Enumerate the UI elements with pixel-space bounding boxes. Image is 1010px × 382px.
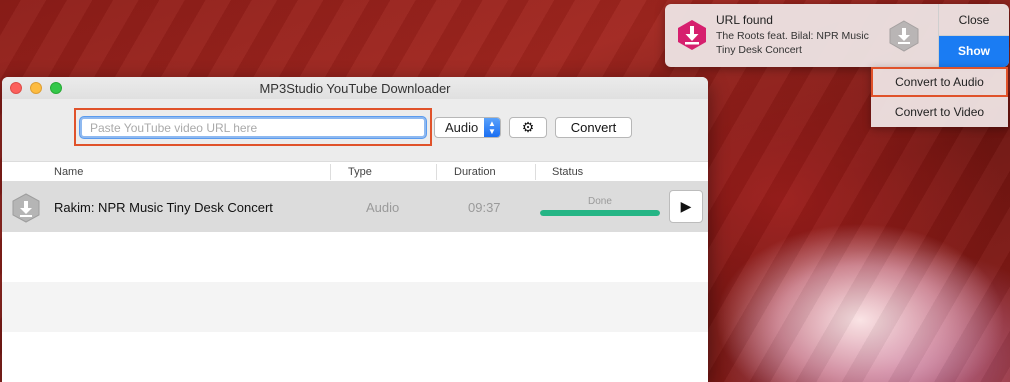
column-divider <box>535 164 536 180</box>
convert-button[interactable]: Convert <box>555 117 632 138</box>
notification-title: URL found <box>716 13 773 27</box>
convert-to-audio-option[interactable]: Convert to Audio <box>871 67 1008 97</box>
play-button[interactable]: ▶ <box>669 190 703 223</box>
download-file-icon <box>12 193 40 223</box>
progress-fill <box>540 210 660 216</box>
table-header: Name Type Duration Status <box>2 161 708 182</box>
table-row-empty <box>2 332 708 382</box>
table-row-empty <box>2 232 708 282</box>
toolbar: Audio ▲▼ ⚙ Convert <box>2 99 708 161</box>
row-duration: 09:37 <box>468 200 501 215</box>
notification-body: The Roots feat. Bilal: NPR Music Tiny De… <box>716 30 869 56</box>
url-found-notification[interactable]: URL found The Roots feat. Bilal: NPR Mus… <box>665 4 1009 67</box>
column-header-status[interactable]: Status <box>552 166 583 178</box>
row-status: Done <box>588 196 612 207</box>
column-divider <box>330 164 331 180</box>
progress-bar <box>540 210 660 216</box>
window-title: MP3Studio YouTube Downloader <box>259 81 451 96</box>
url-input[interactable] <box>80 117 426 138</box>
format-select[interactable]: Audio ▲ ▼ <box>434 117 501 138</box>
notification-show-button[interactable]: Show <box>939 36 1009 67</box>
app-window: MP3Studio YouTube Downloader Audio ▲▼ ⚙ … <box>2 77 708 382</box>
select-arrows-icon: ▲ ▼ <box>484 118 500 137</box>
format-select-value: Audio <box>445 120 479 135</box>
table-row-empty <box>2 282 708 332</box>
notification-options-menu: Convert to Audio Convert to Video <box>871 67 1008 127</box>
notification-close-button[interactable]: Close <box>939 4 1009 36</box>
convert-to-video-option[interactable]: Convert to Video <box>871 97 1008 127</box>
play-icon: ▶ <box>680 198 692 214</box>
column-header-type[interactable]: Type <box>348 166 372 178</box>
settings-button[interactable]: ⚙ <box>509 117 547 138</box>
column-header-name[interactable]: Name <box>54 166 83 178</box>
download-table: Name Type Duration Status Rakim: NPR Mus… <box>2 161 708 382</box>
column-divider <box>436 164 437 180</box>
title-bar: MP3Studio YouTube Downloader <box>2 77 708 99</box>
row-name: Rakim: NPR Music Tiny Desk Concert <box>54 200 273 215</box>
row-type: Audio <box>366 200 400 215</box>
notification-actions: Close Show <box>938 4 1009 67</box>
column-header-duration[interactable]: Duration <box>454 166 496 178</box>
download-file-icon <box>889 20 919 52</box>
app-icon <box>678 20 706 50</box>
table-row[interactable]: Rakim: NPR Music Tiny Desk Concert Audio… <box>2 182 708 232</box>
gear-icon: ⚙ <box>521 119 535 135</box>
